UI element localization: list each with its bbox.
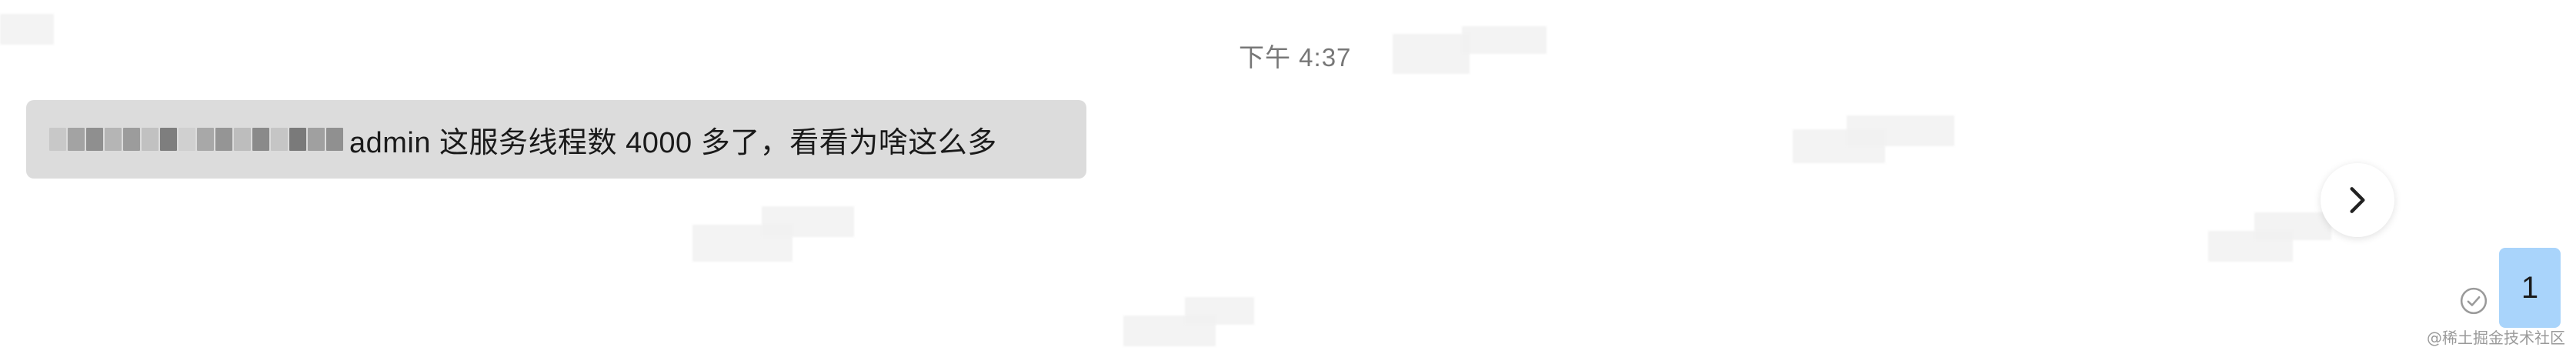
chat-window: 下午 4:37 admin 这服务线程数 4000 多了，看看为啥这么多 1 @… — [0, 0, 2576, 354]
watermark-blob — [0, 14, 54, 45]
watermark-blob — [1462, 26, 1547, 54]
watermark-blob — [762, 206, 854, 237]
outgoing-message-bubble[interactable]: 1 — [2499, 248, 2561, 328]
watermark-blob — [1393, 34, 1470, 74]
chevron-right-icon — [2350, 187, 2365, 213]
incoming-message-text: admin 这服务线程数 4000 多了，看看为啥这么多 — [349, 126, 997, 159]
redacted-mention — [49, 124, 345, 155]
incoming-message-bubble[interactable]: admin 这服务线程数 4000 多了，看看为啥这么多 — [26, 100, 1086, 179]
watermark-blob — [1185, 297, 1254, 325]
scroll-to-latest-button[interactable] — [2321, 163, 2394, 237]
message-timestamp: 下午 4:37 — [1239, 43, 1352, 72]
watermark-blob — [1847, 115, 1954, 146]
watermark-blob — [2254, 212, 2331, 240]
check-circle-icon — [2460, 287, 2488, 315]
outgoing-message-text: 1 — [2521, 270, 2539, 305]
site-watermark: @稀土掘金技术社区 — [2427, 329, 2565, 347]
